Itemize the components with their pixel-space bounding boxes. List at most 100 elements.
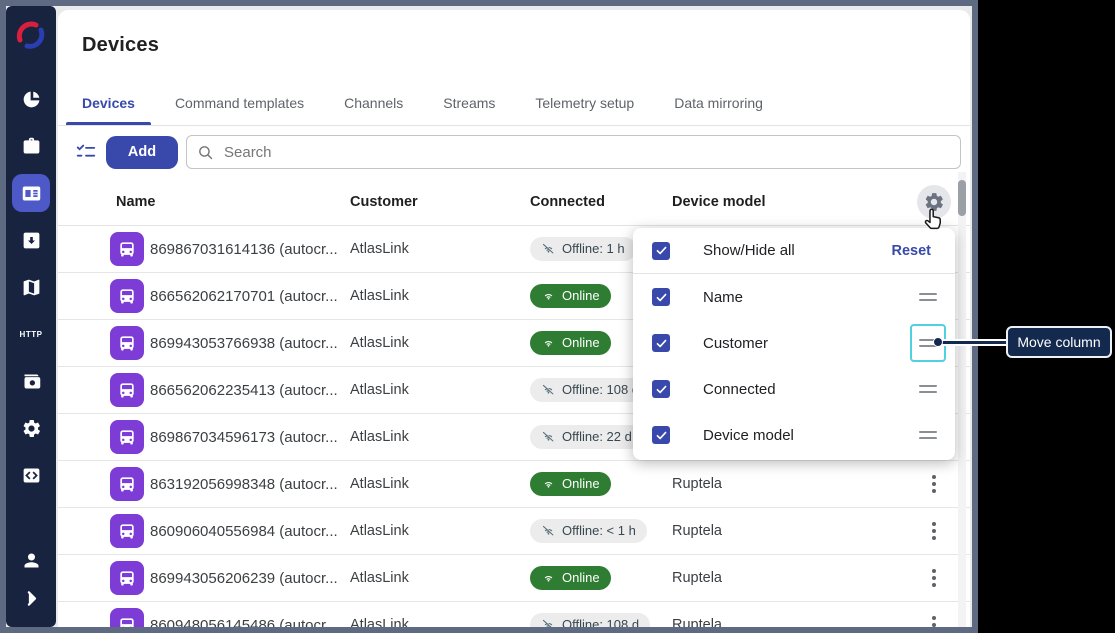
wifi-icon [541, 288, 556, 303]
wifi-icon [541, 476, 556, 491]
drag-handle-box[interactable] [910, 416, 946, 454]
table-row[interactable]: 860906040556984 (autocr... AtlasLink Off… [58, 508, 970, 555]
move-column-callout: Move column [1006, 326, 1112, 358]
gear-icon [923, 191, 945, 213]
app-window: HTTP Devices DevicesComman [0, 0, 978, 633]
callout-connector-line [939, 339, 1008, 346]
column-menu-item-label: Connected [703, 381, 910, 398]
pie-chart-icon [21, 89, 42, 110]
column-header-device-model[interactable]: Device model [672, 194, 910, 210]
row-menu-button[interactable] [928, 471, 940, 497]
table-row[interactable]: 863192056998348 (autocr... AtlasLink Onl… [58, 461, 970, 508]
app-logo-icon [14, 18, 48, 52]
checkbox-checked-icon[interactable] [652, 380, 670, 398]
wifi-off-icon [541, 523, 556, 538]
vehicle-icon [110, 279, 144, 313]
connection-status-badge: Offline: 1 h [530, 237, 636, 261]
device-customer: AtlasLink [350, 241, 530, 257]
column-menu-item[interactable]: Device model [633, 412, 955, 458]
sidebar-item-integrations[interactable] [12, 456, 50, 494]
connection-status-badge: Online [530, 566, 611, 590]
device-customer: AtlasLink [350, 335, 530, 351]
device-name: 866562062170701 (autocr... [150, 288, 350, 305]
search-box[interactable] [186, 135, 961, 169]
drag-handle-icon [919, 431, 937, 439]
column-settings-button[interactable] [917, 185, 951, 219]
checkbox-checked-icon[interactable] [652, 426, 670, 444]
scrollbar-thumb[interactable] [958, 180, 966, 216]
show-hide-all-row[interactable]: Show/Hide all Reset [633, 228, 955, 274]
column-menu-item[interactable]: Customer [633, 320, 955, 366]
sidebar-expand-button[interactable] [12, 579, 50, 617]
vehicle-icon [110, 467, 144, 501]
drag-handle-icon [919, 385, 937, 393]
checkbox-checked-icon[interactable] [652, 288, 670, 306]
sidebar-item-devices[interactable] [12, 174, 50, 212]
device-name: 860948056145486 (autocr... [150, 617, 350, 628]
sidebar-item-account[interactable] [12, 541, 50, 579]
column-settings-menu: Show/Hide all Reset Name Customer Connec… [633, 228, 955, 460]
sidebar-item-map[interactable] [12, 268, 50, 306]
wifi-off-icon [541, 617, 556, 627]
connection-status-label: Online [562, 476, 600, 491]
bulk-select-icon[interactable] [74, 140, 98, 164]
column-header-name[interactable]: Name [110, 194, 350, 210]
column-header-customer[interactable]: Customer [350, 194, 530, 210]
sidebar-item-workspace[interactable] [12, 127, 50, 165]
vehicle-icon [110, 232, 144, 266]
device-model: Ruptela [672, 523, 910, 539]
table-row[interactable]: 869943056206239 (autocr... AtlasLink Onl… [58, 555, 970, 602]
device-name: 866562062235413 (autocr... [150, 382, 350, 399]
media-library-icon [21, 371, 42, 392]
checkbox-checked-icon[interactable] [652, 334, 670, 352]
vehicle-icon [110, 608, 144, 627]
row-menu-button[interactable] [928, 612, 940, 627]
device-customer: AtlasLink [350, 429, 530, 445]
tab-data-mirroring[interactable]: Data mirroring [658, 80, 779, 125]
toolbar: Add [58, 126, 970, 178]
vehicle-icon [110, 561, 144, 595]
sidebar-item-settings[interactable] [12, 409, 50, 447]
page-title: Devices [82, 34, 159, 57]
sidebar-item-dashboard[interactable] [12, 80, 50, 118]
tab-command-templates[interactable]: Command templates [159, 80, 320, 125]
person-icon [21, 550, 42, 571]
http-icon: HTTP [20, 330, 43, 339]
sidebar-item-firmware[interactable] [12, 221, 50, 259]
row-menu-button[interactable] [928, 518, 940, 544]
table-scrollbar[interactable] [958, 172, 966, 627]
checkbox-checked-icon[interactable] [652, 242, 670, 260]
drag-handle-box[interactable] [910, 278, 946, 316]
connection-status-label: Offline: 108 d [562, 617, 639, 627]
vehicle-icon [110, 514, 144, 548]
device-customer: AtlasLink [350, 476, 530, 492]
table-row[interactable]: 860948056145486 (autocr... AtlasLink Off… [58, 602, 970, 627]
sidebar-item-http[interactable]: HTTP [12, 315, 50, 353]
tab-devices[interactable]: Devices [66, 80, 151, 125]
reset-columns-link[interactable]: Reset [892, 243, 940, 259]
drag-handle-icon [919, 293, 937, 301]
drag-handle-box[interactable] [910, 370, 946, 408]
column-header-connected[interactable]: Connected [530, 194, 672, 210]
sidebar: HTTP [6, 6, 56, 627]
column-menu-item[interactable]: Connected [633, 366, 955, 412]
column-menu-item-label: Name [703, 289, 910, 306]
connection-status-badge: Offline: 22 d [530, 425, 643, 449]
search-input[interactable] [224, 144, 950, 161]
tab-streams[interactable]: Streams [427, 80, 511, 125]
connection-status-label: Online [562, 288, 600, 303]
tab-telemetry-setup[interactable]: Telemetry setup [519, 80, 650, 125]
connection-status-badge: Offline: 108 d [530, 613, 650, 627]
download-box-icon [21, 230, 42, 251]
code-badge-icon [21, 465, 42, 486]
callout-connector-dot [933, 337, 943, 347]
screen: HTTP Devices DevicesComman [0, 0, 1115, 633]
tab-channels[interactable]: Channels [328, 80, 419, 125]
add-button[interactable]: Add [106, 136, 178, 169]
sidebar-item-media[interactable] [12, 362, 50, 400]
device-name: 869943053766938 (autocr... [150, 335, 350, 352]
row-menu-button[interactable] [928, 565, 940, 591]
column-menu-item[interactable]: Name [633, 274, 955, 320]
device-name: 869867034596173 (autocr... [150, 429, 350, 446]
vehicle-icon [110, 420, 144, 454]
